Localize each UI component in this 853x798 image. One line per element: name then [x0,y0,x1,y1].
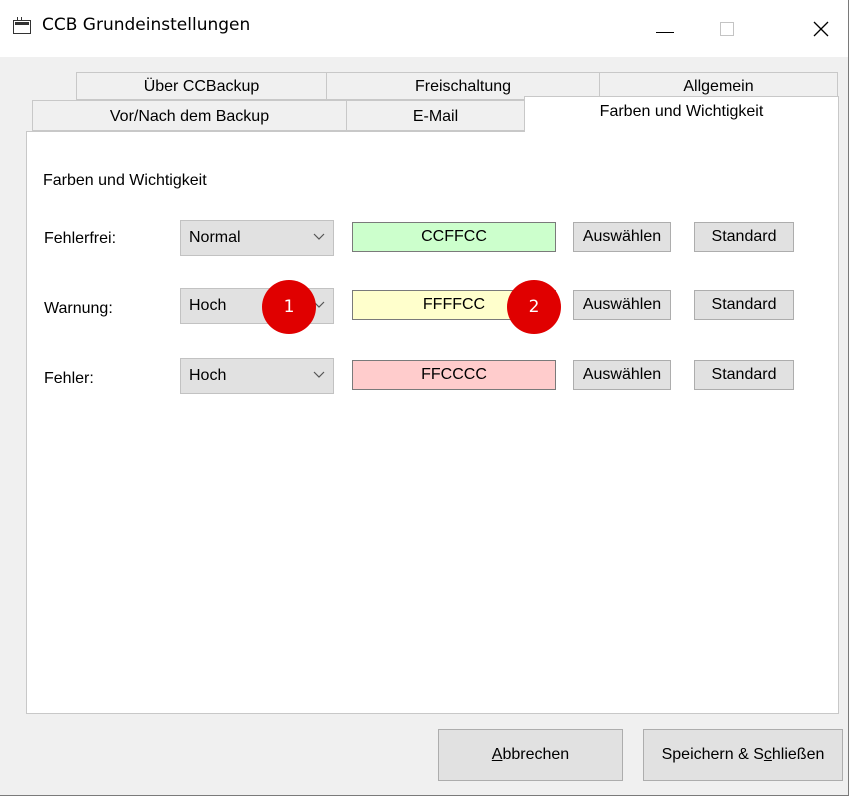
annotation-marker-1: 1 [262,280,316,334]
maximize-icon [720,21,734,36]
tab-ueber-ccbackup[interactable]: Über CCBackup [76,72,327,100]
row-label-fehlerfrei: Fehlerfrei: [44,230,117,247]
level-select-fehlerfrei[interactable]: Normal [180,220,334,256]
minimize-icon [656,32,674,33]
level-value: Hoch [189,367,227,384]
chevron-down-icon [313,371,325,378]
save-label-post: hließen [771,746,825,763]
cancel-label: bbrechen [502,746,570,763]
tab-email[interactable]: E-Mail [346,100,525,131]
color-swatch-fehler: FFCCCC [352,360,556,390]
row-label-fehler: Fehler: [44,370,94,387]
tab-panel [26,131,839,714]
default-color-button-fehlerfrei[interactable]: Standard [694,222,794,252]
annotation-marker-2: 2 [507,280,561,334]
close-button[interactable] [796,0,846,57]
default-color-button-warnung[interactable]: Standard [694,290,794,320]
save-mnemonic: c [763,746,772,763]
choose-color-button-fehlerfrei[interactable]: Auswählen [573,222,671,252]
level-value: Normal [189,229,241,246]
close-icon [813,21,829,36]
level-select-fehler[interactable]: Hoch [180,358,334,394]
chevron-down-icon [313,233,325,240]
minimize-button[interactable] [640,0,690,57]
tab-vor-nach-backup[interactable]: Vor/Nach dem Backup [32,100,347,131]
dialog-window: CCB Grundeinstellungen Über CCBackup Fre… [0,0,849,796]
maximize-button [702,0,752,57]
window-title: CCB Grundeinstellungen [42,15,251,35]
choose-color-button-warnung[interactable]: Auswählen [573,290,671,320]
save-label-pre: Speichern & S [661,746,764,763]
section-title: Farben und Wichtigkeit [43,172,207,189]
cancel-mnemonic: A [491,746,503,763]
level-value: Hoch [189,297,227,314]
title-bar: CCB Grundeinstellungen [0,0,848,57]
choose-color-button-fehler[interactable]: Auswählen [573,360,671,390]
default-color-button-fehler[interactable]: Standard [694,360,794,390]
tab-farben-wichtigkeit[interactable]: Farben und Wichtigkeit [524,96,839,132]
app-icon [13,17,31,34]
color-swatch-fehlerfrei: CCFFCC [352,222,556,252]
save-and-close-button[interactable]: Speichern & Schließen [643,729,843,781]
row-label-warnung: Warnung: [44,300,113,317]
cancel-button[interactable]: Abbrechen [438,729,623,781]
